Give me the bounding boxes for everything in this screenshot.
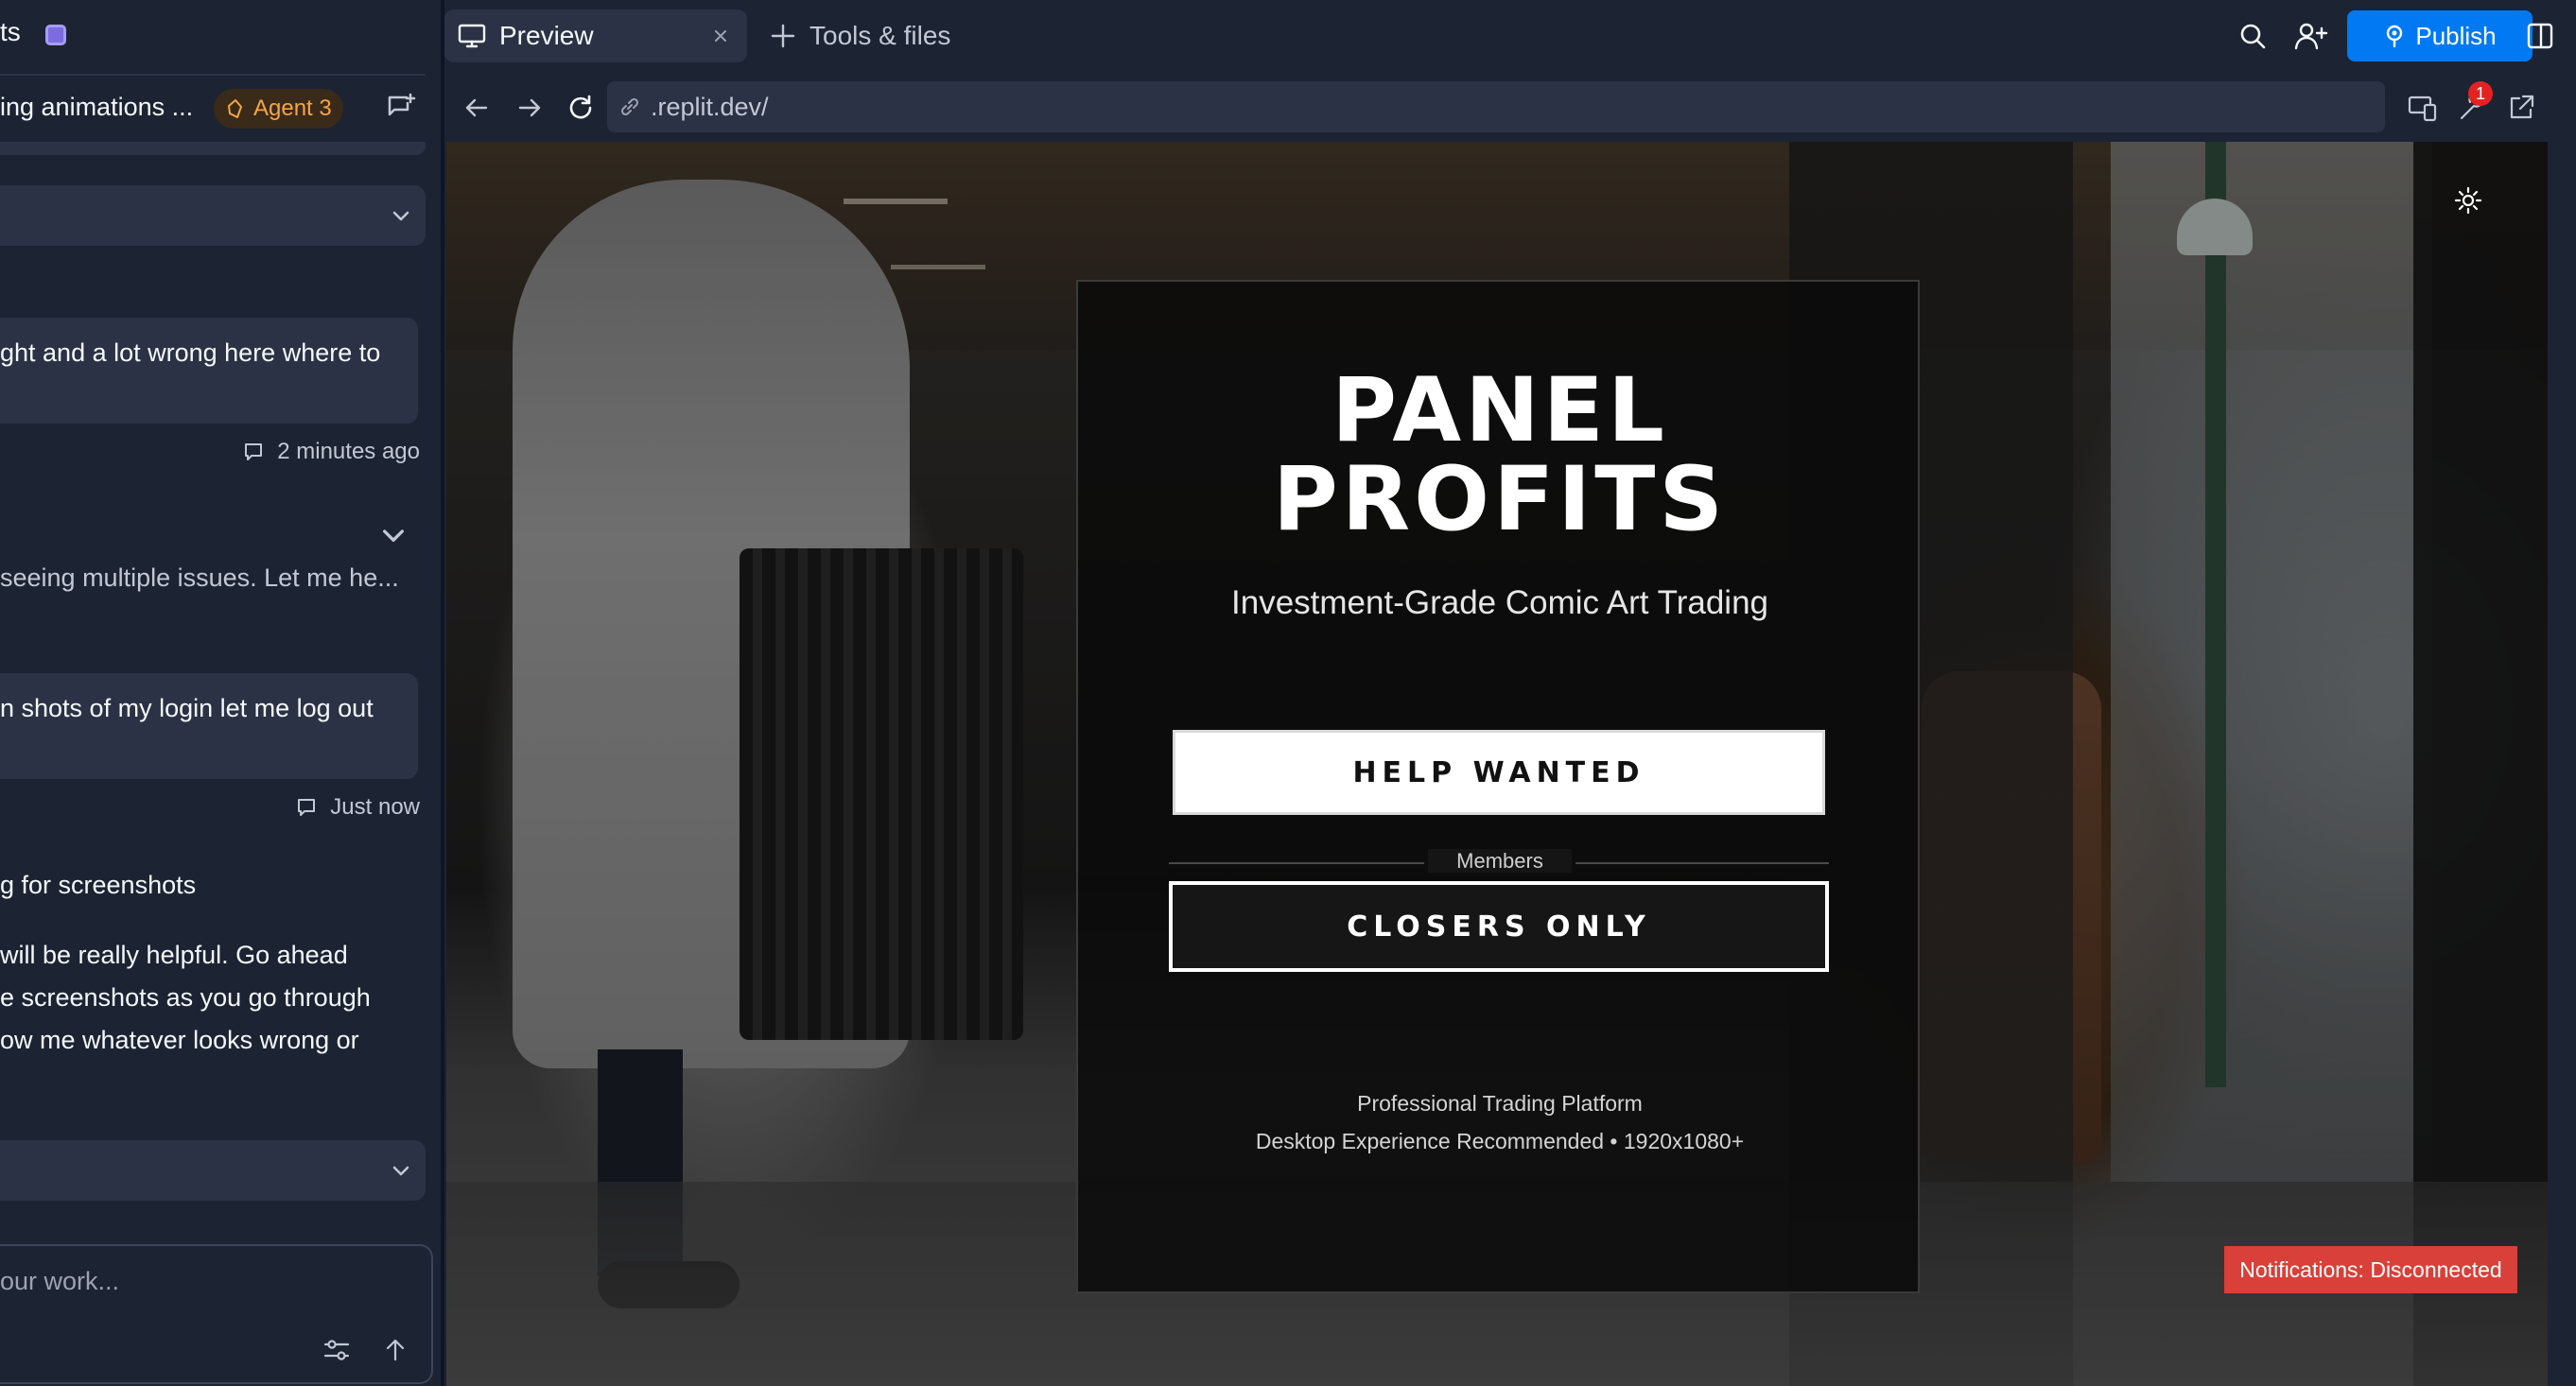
publish-icon (2383, 24, 2406, 48)
members-label: Members (1428, 849, 1572, 873)
brand-subtitle: Investment-Grade Comic Art Trading (1231, 584, 1768, 621)
chevron-down-icon (390, 1159, 412, 1182)
toggle-sidebar-icon[interactable] (2521, 17, 2559, 55)
link-icon (618, 95, 641, 118)
agent-message-line: ow me whatever looks wrong or (0, 1026, 359, 1054)
preview-pane: .replit.dev/ 1 PANEL PROFITS Investment-… (444, 72, 2576, 1386)
members-separator: Members (1078, 849, 1922, 874)
message-timestamp: 2 minutes ago (277, 439, 420, 464)
chat-header: ing animations ... Agent 3 (0, 79, 441, 138)
brand-title-line: PANEL (1332, 359, 1668, 462)
user-message: ght and a lot wrong here where to (0, 318, 418, 424)
tab-bar: Preview Tools & files Publish (444, 0, 2576, 72)
collapsed-section[interactable] (0, 185, 426, 246)
tab-tools-files[interactable]: Tools & files (770, 9, 950, 62)
message-timestamp: Just now (330, 794, 420, 820)
user-message-text: n shots of my login let me log out (0, 694, 374, 722)
agent-badge-label: Agent 3 (253, 95, 332, 121)
help-wanted-button[interactable]: HELP WANTED (1173, 730, 1825, 815)
message-meta: Just now (296, 794, 420, 821)
settings-sliders-icon[interactable] (320, 1333, 354, 1367)
forward-arrow-icon[interactable] (511, 89, 548, 127)
url-text: .replit.dev/ (651, 92, 769, 121)
message-meta: 2 minutes ago (243, 439, 420, 465)
notification-status-toast[interactable]: Notifications: Disconnected (2224, 1246, 2517, 1293)
agent-message-line: will be really helpful. Go ahead (0, 941, 348, 969)
chevron-down-icon (390, 204, 412, 227)
refresh-icon[interactable] (562, 89, 600, 127)
agent-chat-panel: ts ing animations ... Agent 3 ght and a … (0, 0, 441, 1386)
closers-only-button[interactable]: CLOSERS ONLY (1169, 881, 1829, 972)
url-input[interactable]: .replit.dev/ (607, 81, 2385, 132)
brand-title: PANEL PROFITS (1078, 367, 1922, 545)
login-card: PANEL PROFITS Investment-Grade Comic Art… (1076, 280, 1920, 1293)
devtools-wrench-icon[interactable]: 1 (2453, 81, 2493, 127)
chevron-down-icon[interactable] (378, 520, 409, 550)
plus-icon (770, 23, 796, 49)
chat-title[interactable]: ing animations ... (0, 93, 193, 122)
publish-button[interactable]: Publish (2347, 10, 2532, 61)
workspace-header: ts (0, 0, 441, 72)
tab-preview[interactable]: Preview (444, 9, 747, 62)
tab-tools-files-label: Tools & files (809, 21, 951, 50)
footer-recommendation: Desktop Experience Recommended • 1920x10… (1255, 1129, 1745, 1153)
agent-message-line: e screenshots as you go through (0, 983, 371, 1012)
divider (0, 74, 426, 76)
comment-icon[interactable] (243, 442, 264, 462)
agent-icon (225, 98, 246, 119)
new-chat-icon (388, 93, 416, 116)
agent-badge[interactable]: Agent 3 (214, 89, 343, 129)
device-preview-icon[interactable] (2404, 89, 2442, 127)
search-icon[interactable] (2234, 17, 2271, 55)
user-message-text: ght and a lot wrong here where to (0, 338, 381, 367)
footer-tagline: Professional Trading Platform (1357, 1091, 1643, 1116)
tab-preview-label: Preview (499, 21, 594, 50)
agent-heading: g for screenshots (0, 871, 197, 899)
send-arrow-up-icon[interactable] (378, 1333, 412, 1367)
user-message: n shots of my login let me log out (0, 673, 418, 779)
collapsed-section[interactable] (0, 1140, 426, 1201)
close-icon[interactable] (709, 25, 732, 47)
agent-message-preview[interactable]: seeing multiple issues. Let me he... (0, 563, 399, 593)
chat-composer[interactable]: our work... (0, 1244, 433, 1384)
sun-icon[interactable] (2449, 182, 2487, 219)
url-bar: .replit.dev/ 1 (444, 72, 2576, 142)
back-arrow-icon[interactable] (458, 89, 496, 127)
brand-title-line: PROFITS (1272, 448, 1728, 551)
workspace-title[interactable]: ts (0, 17, 21, 47)
new-chat-button[interactable] (382, 89, 420, 127)
previous-message-edge (0, 142, 426, 155)
publish-label: Publish (2415, 21, 2497, 50)
agent-message: will be really helpful. Go ahead e scree… (0, 934, 371, 1062)
comment-icon[interactable] (296, 797, 317, 818)
app-webview: PANEL PROFITS Investment-Grade Comic Art… (446, 142, 2548, 1386)
app-icon[interactable] (45, 25, 66, 45)
open-external-icon[interactable] (2502, 89, 2540, 127)
invite-user-icon[interactable] (2292, 17, 2330, 55)
composer-placeholder[interactable]: our work... (0, 1267, 119, 1296)
devtools-error-badge: 1 (2468, 81, 2493, 106)
monitor-icon (458, 23, 486, 49)
